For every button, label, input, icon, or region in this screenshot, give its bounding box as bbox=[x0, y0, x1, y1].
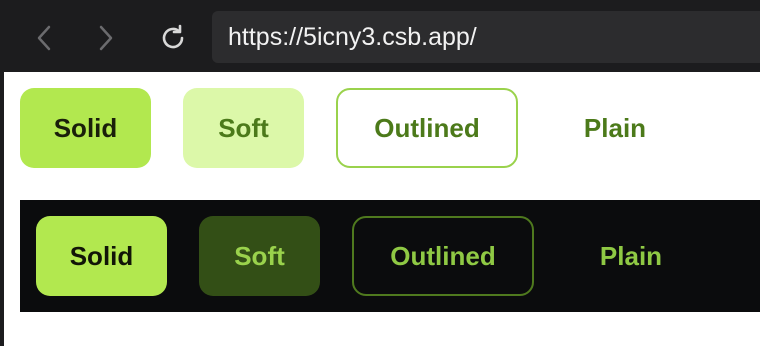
window-edge bbox=[0, 72, 4, 346]
outlined-button-light[interactable]: Outlined bbox=[336, 88, 518, 168]
address-bar[interactable]: https://5icny3.csb.app/ bbox=[212, 11, 760, 63]
outlined-button-dark[interactable]: Outlined bbox=[352, 216, 534, 296]
back-button[interactable] bbox=[26, 20, 62, 56]
solid-button-light[interactable]: Solid bbox=[20, 88, 151, 168]
browser-toolbar: https://5icny3.csb.app/ bbox=[0, 0, 760, 72]
plain-button-light[interactable]: Plain bbox=[550, 88, 680, 168]
forward-button[interactable] bbox=[88, 20, 124, 56]
reload-button[interactable] bbox=[155, 20, 191, 56]
chevron-right-icon bbox=[99, 25, 113, 51]
soft-button-dark[interactable]: Soft bbox=[199, 216, 320, 296]
chevron-left-icon bbox=[37, 25, 51, 51]
plain-button-dark[interactable]: Plain bbox=[566, 216, 696, 296]
solid-button-dark[interactable]: Solid bbox=[36, 216, 167, 296]
soft-button-light[interactable]: Soft bbox=[183, 88, 304, 168]
reload-icon bbox=[162, 24, 184, 49]
